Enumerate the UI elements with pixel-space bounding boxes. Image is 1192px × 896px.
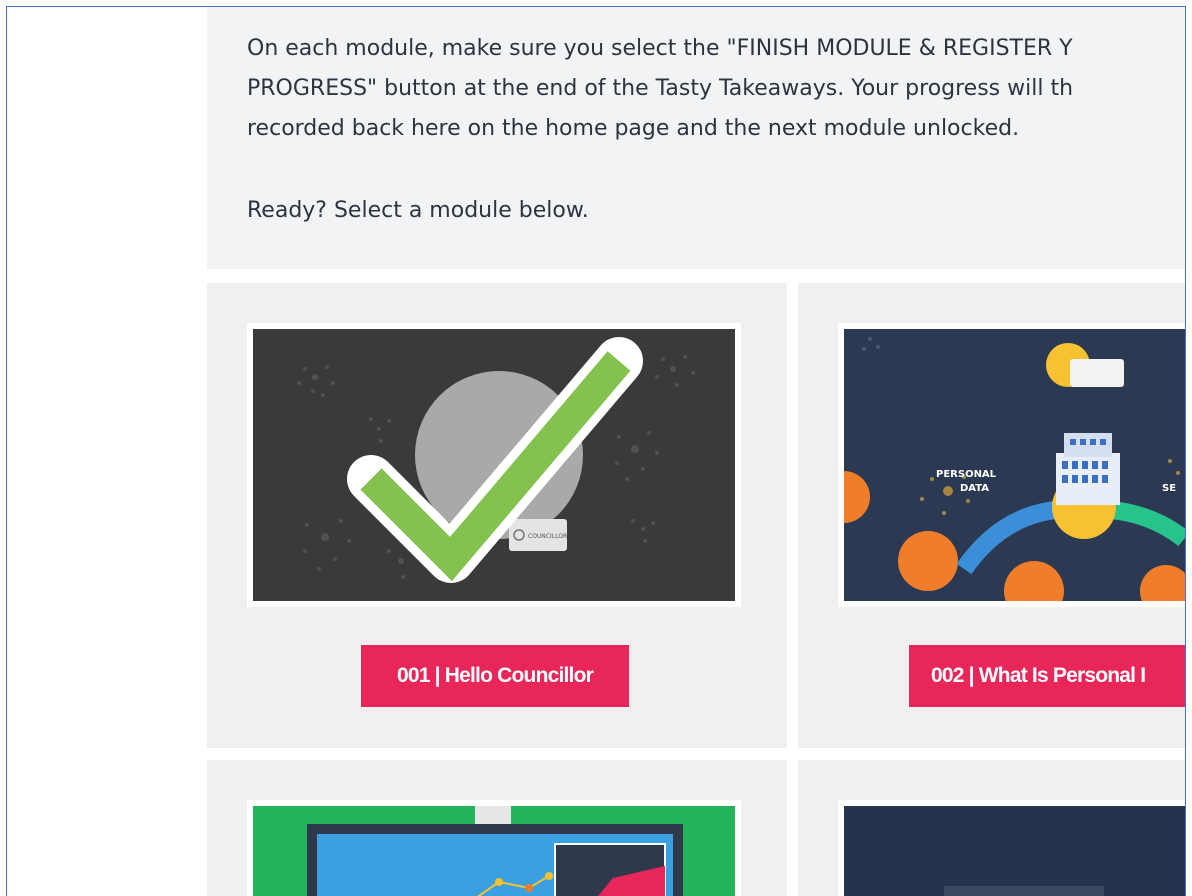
module-004-illustration xyxy=(844,806,1185,896)
intro-line-2: PROGRESS" button at the end of the Tasty… xyxy=(247,76,1074,101)
intro-line-3: recorded back here on the home page and … xyxy=(247,116,1020,141)
module-thumbnail-003[interactable] xyxy=(247,800,741,896)
module-002-button[interactable]: 002 | What Is Personal I xyxy=(909,645,1185,707)
intro-instructions: On each module, make sure you select the… xyxy=(247,29,1185,149)
intro-line-1: On each module, make sure you select the… xyxy=(247,36,1073,61)
module-003-illustration xyxy=(253,806,735,896)
module-thumbnail-002[interactable]: PERSONAL DATA SE xyxy=(838,323,1185,607)
councillor-badge-text: COUNCILLOR xyxy=(528,533,567,540)
data-label: DATA xyxy=(960,483,989,494)
module-thumbnail-004[interactable] xyxy=(838,800,1185,896)
partial-label: SE xyxy=(1162,483,1176,494)
intro-panel: On each module, make sure you select the… xyxy=(207,7,1185,269)
module-card-004 xyxy=(798,760,1185,896)
personal-label: PERSONAL xyxy=(936,469,997,480)
intro-ready-prompt: Ready? Select a module below. xyxy=(247,198,589,223)
module-card-001: COUNCILLOR 001 | Hello Councillor xyxy=(207,283,787,748)
module-001-button[interactable]: 001 | Hello Councillor xyxy=(361,645,629,707)
browser-frame: On each module, make sure you select the… xyxy=(6,6,1186,896)
module-card-002: PERSONAL DATA SE 002 | What Is Personal … xyxy=(798,283,1185,748)
module-thumbnail-001[interactable]: COUNCILLOR xyxy=(247,323,741,607)
main-content: On each module, make sure you select the… xyxy=(207,7,1185,896)
personal-data-illustration: PERSONAL DATA SE xyxy=(844,329,1185,601)
completed-check-illustration: COUNCILLOR xyxy=(253,329,735,601)
module-card-003 xyxy=(207,760,787,896)
